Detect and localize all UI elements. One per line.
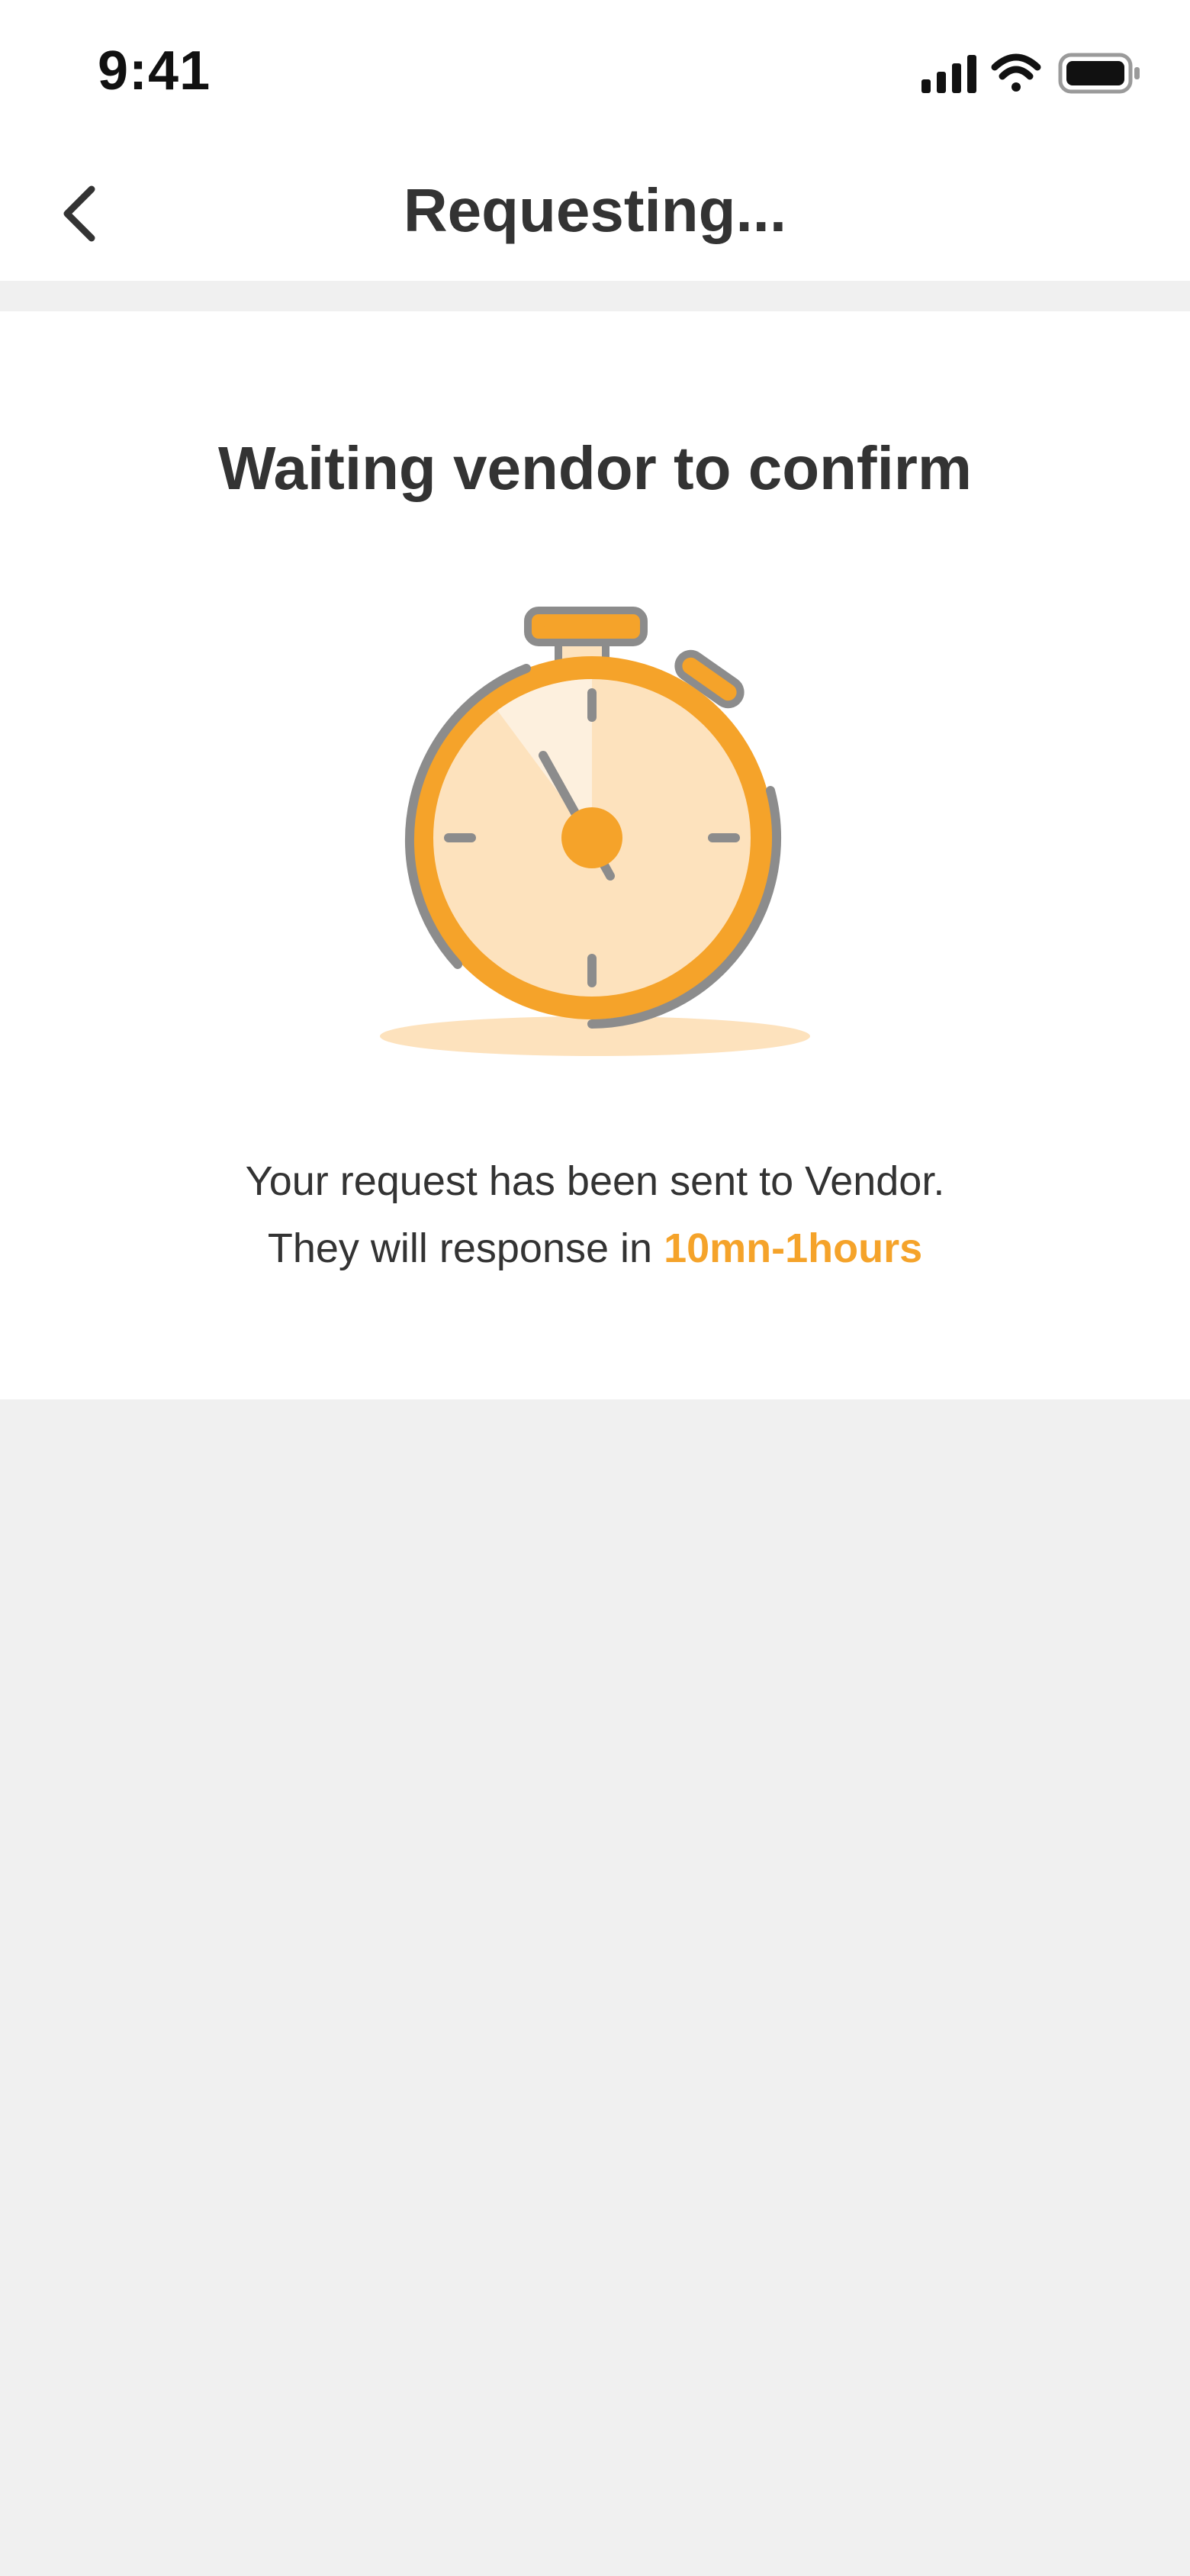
- cellular-signal-icon: [921, 55, 976, 93]
- waiting-title: Waiting vendor to confirm: [217, 434, 973, 502]
- page-title: Requesting...: [403, 176, 787, 244]
- stopwatch-icon: [380, 607, 810, 1056]
- message-line-1: Your request has been sent to Vendor.: [245, 1158, 945, 1204]
- response-time-highlight: 10mn-1hours: [664, 1225, 923, 1271]
- wifi-icon: [991, 53, 1041, 92]
- waiting-card: Waiting vendor to confirm Your request h…: [0, 311, 1190, 1399]
- status-message: Your request has been sent to Vendor. Th…: [0, 1148, 1190, 1282]
- navigation-bar: Requesting...: [0, 145, 1190, 281]
- status-bar: 9:41: [0, 0, 1190, 145]
- center-pin: [561, 807, 622, 868]
- message-line-2: They will response in 10mn-1hours: [0, 1215, 1190, 1282]
- status-time: 9:41: [98, 40, 211, 101]
- crown-highlight: [540, 617, 633, 627]
- section-divider: [0, 281, 1190, 311]
- battery-icon: [1058, 53, 1140, 94]
- message-line-2-prefix: They will response in: [267, 1225, 664, 1271]
- status-icons: [921, 53, 1140, 94]
